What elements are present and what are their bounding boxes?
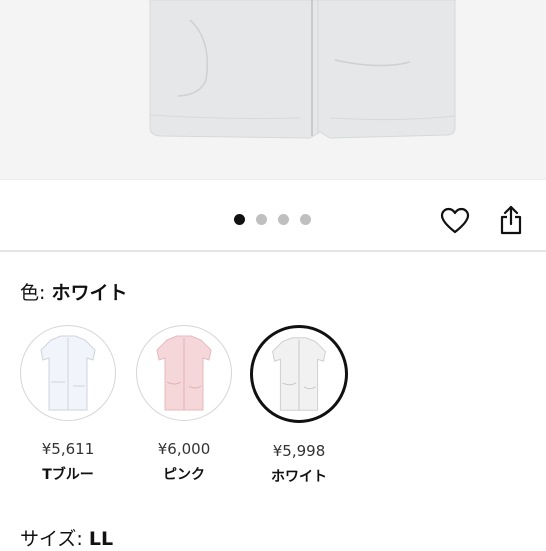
uniform-thumbnail-graphic [40, 335, 96, 411]
swatch-name: Tブルー [42, 467, 94, 483]
carousel-dot[interactable] [300, 214, 311, 225]
uniform-thumbnail-graphic [156, 335, 212, 411]
hero-divider [0, 179, 546, 180]
swatch-thumbnail [136, 325, 232, 421]
carousel-dot[interactable] [278, 214, 289, 225]
size-value: LL [88, 528, 114, 550]
favorite-button[interactable] [438, 204, 472, 238]
product-image[interactable] [0, 0, 546, 180]
carousel-dot[interactable] [234, 214, 245, 225]
uniform-photo-graphic [149, 0, 456, 139]
swatch-name: ホワイト [271, 469, 327, 485]
section-divider [0, 250, 546, 252]
share-button[interactable] [494, 203, 528, 237]
share-icon [500, 205, 522, 235]
color-selection-label: 色: ホワイト [20, 281, 127, 305]
swatch-thumbnail [20, 325, 116, 421]
swatch-price: ¥5,611 [41, 440, 95, 458]
carousel-dot[interactable] [256, 214, 267, 225]
swatch-price: ¥5,998 [272, 442, 326, 460]
carousel-indicator[interactable] [234, 214, 311, 226]
color-swatch-white[interactable]: ¥5,998 ホワイト [235, 325, 363, 486]
size-selection-label[interactable]: サイズ: LL [20, 527, 113, 551]
color-label: 色: [20, 282, 52, 304]
color-value: ホワイト [51, 282, 128, 304]
swatch-price: ¥6,000 [157, 440, 211, 458]
color-swatch-tblue[interactable]: ¥5,611 Tブルー [4, 325, 132, 484]
heart-icon [440, 207, 470, 234]
color-swatch-pink[interactable]: ¥6,000 ピンク [120, 325, 248, 484]
size-label: サイズ: [20, 528, 89, 550]
swatch-thumbnail [250, 325, 348, 423]
uniform-thumbnail-graphic [272, 337, 326, 411]
swatch-name: ピンク [163, 467, 205, 483]
